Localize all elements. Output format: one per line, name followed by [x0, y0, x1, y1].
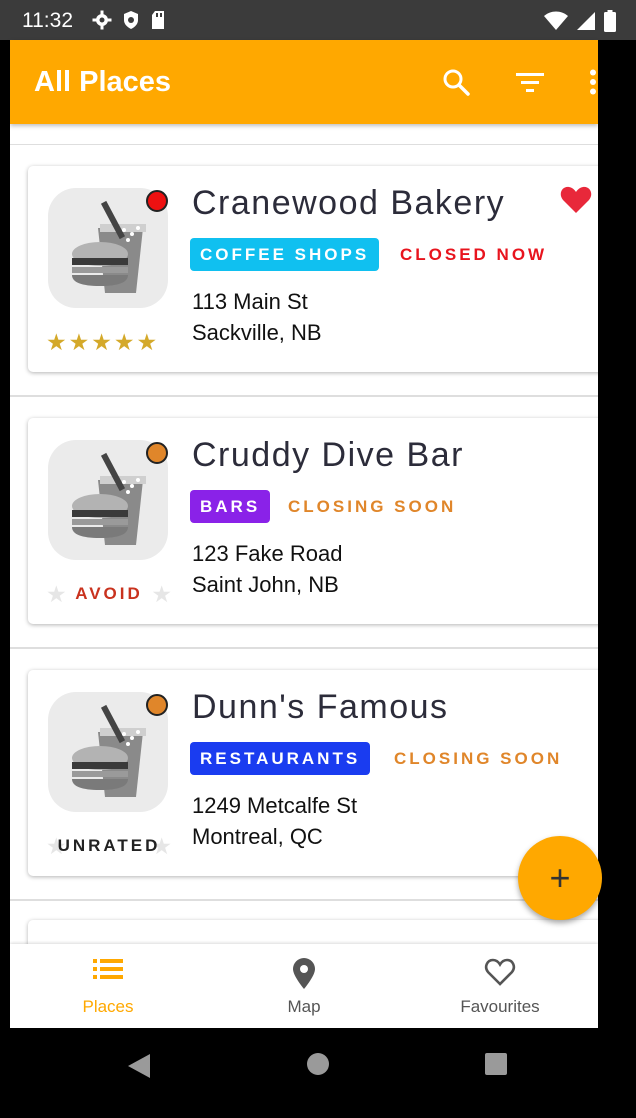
home-icon[interactable]	[306, 1052, 330, 1076]
address-line-1: 113 Main St	[192, 289, 308, 314]
back-icon[interactable]	[126, 1052, 152, 1080]
nav-label: Map	[287, 997, 321, 1016]
plus-icon: +	[549, 857, 571, 898]
place-address: 113 Main St Sackville, NB	[192, 286, 322, 348]
open-status-label: CLOSING SOON	[394, 749, 563, 768]
signal-icon	[577, 12, 595, 30]
battery-icon	[604, 10, 616, 32]
places-list[interactable]: ★ ★ ★ ★ ★ Cranewood Bakery COFFEE SHOPS …	[10, 124, 598, 944]
filter-button[interactable]	[512, 64, 548, 100]
place-address: 1249 Metcalfe St Montreal, QC	[192, 790, 357, 852]
nav-item-map[interactable]: Map	[206, 944, 402, 1028]
category-chip: BARS	[190, 490, 271, 523]
status-time: 11:32	[22, 9, 73, 32]
wifi-icon	[544, 11, 568, 30]
open-status-label: CLOSING SOON	[288, 497, 457, 516]
address-line-2: Saint John, NB	[192, 572, 339, 597]
address-line-2: Montreal, QC	[192, 824, 323, 849]
nav-item-places[interactable]: Places	[10, 944, 206, 1028]
star-icon: ★	[46, 329, 67, 355]
app-bar: All Places	[10, 40, 598, 124]
status-bar: 11:32	[0, 0, 636, 40]
category-chip: RESTAURANTS	[190, 742, 371, 775]
map-pin-icon	[293, 958, 315, 989]
star-icon: ★	[68, 329, 90, 355]
place-card[interactable]: ★ ★ AVOID Cruddy Dive Bar BARS CLOSING S…	[28, 418, 598, 624]
category-chip: COFFEE SHOPS	[190, 238, 380, 271]
open-status-dot	[146, 694, 168, 716]
address-line-2: Sackville, NB	[192, 320, 322, 345]
favourite-heart-icon[interactable]	[560, 186, 592, 214]
nav-label: Places	[82, 997, 134, 1016]
overflow-menu-button[interactable]	[575, 64, 611, 100]
heart-outline-icon	[484, 958, 516, 986]
star-icon: ★	[113, 329, 135, 355]
open-status-label: CLOSED NOW	[400, 245, 548, 264]
bottom-navigation: Places Map Favourites	[10, 944, 598, 1028]
place-address: 123 Fake Road Saint John, NB	[192, 538, 342, 600]
search-button[interactable]	[438, 64, 474, 100]
address-line-1: 123 Fake Road	[192, 541, 343, 566]
list-divider	[10, 124, 598, 145]
star-rating: ★ ★ ★ ★ ★	[46, 328, 172, 356]
place-name: Cruddy Dive Bar	[192, 436, 464, 474]
list-icon	[93, 959, 123, 979]
page-title: All Places	[34, 66, 172, 98]
filter-icon	[516, 73, 544, 92]
system-navigation-bar	[0, 1028, 636, 1118]
place-card[interactable]: ★ ★ UNRATED Dunn's Famous RESTAURANTS CL…	[28, 670, 598, 876]
star-icon: ★	[91, 329, 112, 355]
search-icon	[443, 69, 470, 96]
star-icon: ★	[136, 329, 158, 355]
sd-card-icon	[152, 11, 164, 29]
place-card[interactable]: ★ ★ ★ ★ ★ Cranewood Bakery COFFEE SHOPS …	[28, 166, 598, 372]
recents-icon[interactable]	[484, 1052, 508, 1076]
place-card-partial[interactable]	[28, 920, 598, 944]
add-place-button[interactable]: +	[518, 836, 602, 920]
more-vert-icon	[590, 69, 596, 95]
star-rating: ★ ★ UNRATED	[46, 832, 172, 860]
nav-label: Favourites	[460, 997, 540, 1016]
rating-label: UNRATED	[57, 836, 161, 855]
rating-label: AVOID	[75, 584, 143, 603]
place-name: Cranewood Bakery	[192, 184, 506, 222]
open-status-dot	[146, 190, 168, 212]
address-line-1: 1249 Metcalfe St	[192, 793, 358, 818]
star-rating: ★ ★ AVOID	[46, 580, 172, 608]
place-name: Dunn's Famous	[192, 688, 449, 726]
settings-icon	[92, 10, 112, 30]
shield-icon	[124, 11, 138, 29]
open-status-dot	[146, 442, 168, 464]
nav-item-favourites[interactable]: Favourites	[402, 944, 598, 1028]
